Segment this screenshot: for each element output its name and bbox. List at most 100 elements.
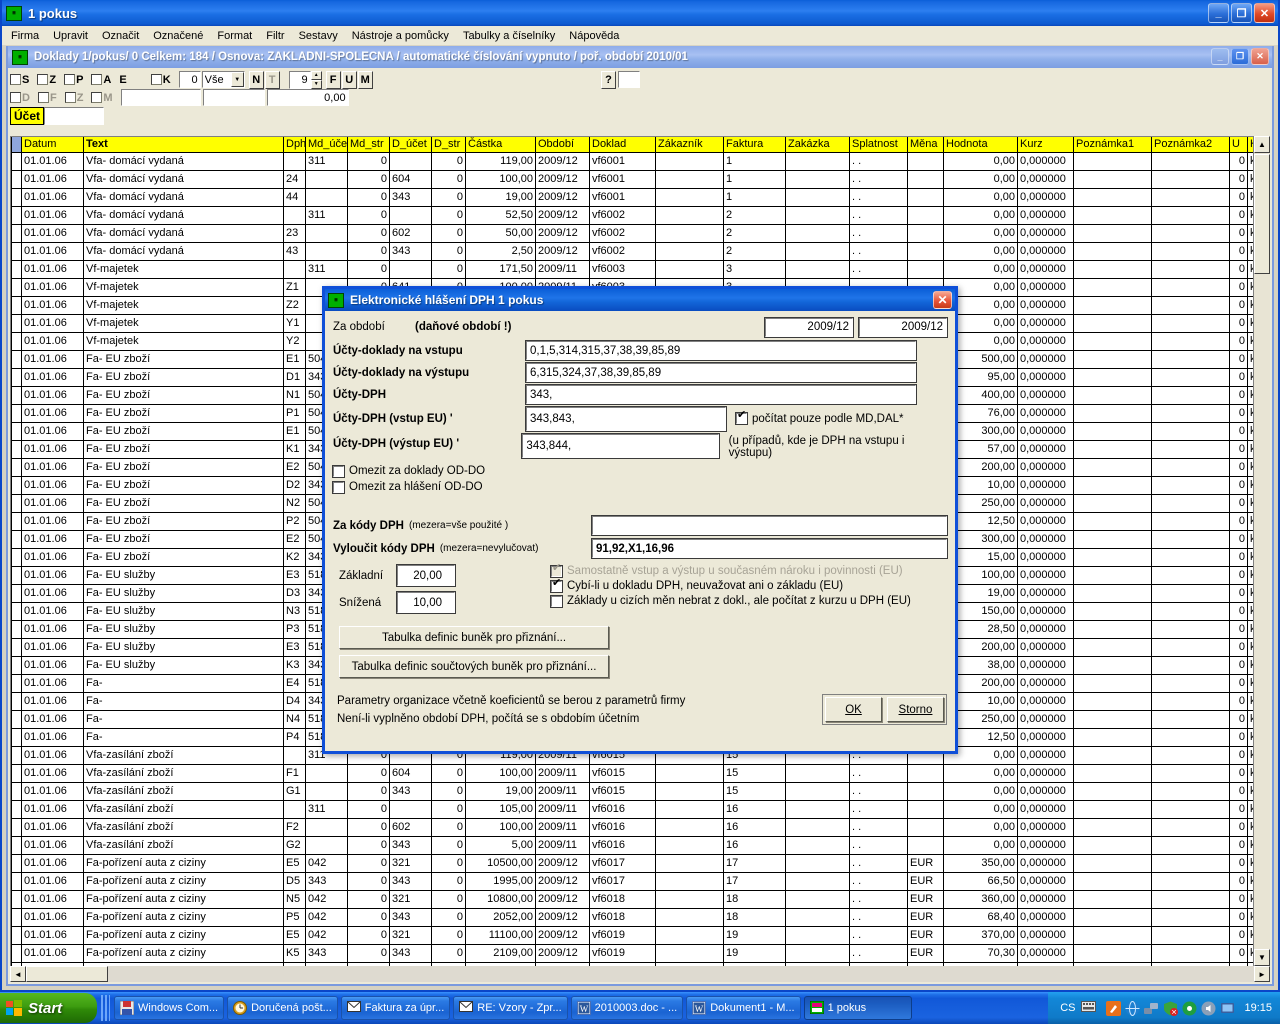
grid-cell[interactable] [655, 836, 724, 855]
grid-cell[interactable]: EUR [907, 926, 944, 945]
checkbox-f[interactable] [37, 92, 49, 103]
grid-cell[interactable]: Fa- EU zboží [83, 368, 284, 387]
grid-cell[interactable]: 100,00 [465, 764, 536, 783]
grid-cell[interactable]: 0,000000 [1017, 944, 1074, 963]
grid-cell[interactable]: Fa- EU zboží [83, 512, 284, 531]
grid-cell[interactable]: N3 [283, 602, 306, 621]
grid-cell[interactable]: 0 [347, 224, 390, 243]
grid-cell[interactable]: 01.01.06 [21, 296, 84, 315]
grid-cell[interactable]: EUR [907, 872, 944, 891]
grid-cell[interactable]: 2109,00 [465, 944, 536, 963]
grid-cell[interactable]: 2009/11 [535, 818, 590, 837]
grid-cell[interactable]: 2009/12 [535, 872, 590, 891]
grid-cell[interactable]: Vfa- domácí vydaná [83, 206, 284, 225]
grid-cell[interactable]: 11100,00 [465, 926, 536, 945]
grid-cell[interactable] [1151, 764, 1230, 783]
grid-cell[interactable] [1073, 548, 1152, 567]
grid-cell[interactable] [1073, 746, 1152, 765]
grid-cell[interactable]: 43 [283, 242, 306, 261]
grid-cell[interactable]: Fa- EU zboží [83, 440, 284, 459]
toolbar-button-m[interactable]: M [357, 70, 373, 89]
menu-item-napoveda[interactable]: Nápověda [562, 28, 626, 44]
grid-cell[interactable] [1073, 584, 1152, 603]
grid-cell[interactable] [1073, 512, 1152, 531]
grid-cell[interactable]: 0,000000 [1017, 242, 1074, 261]
help-button[interactable]: ? [601, 70, 616, 89]
grid-cell[interactable] [1151, 152, 1230, 171]
checkbox-a[interactable] [91, 74, 103, 85]
grid-cell[interactable]: 01.01.06 [21, 152, 84, 171]
grid-cell[interactable]: EUR [907, 908, 944, 927]
grid-cell[interactable]: 0 [1229, 386, 1248, 405]
grid-cell[interactable]: . . [849, 908, 908, 927]
grid-cell[interactable] [1151, 224, 1230, 243]
grid-cell[interactable]: K2 [283, 548, 306, 567]
grid-cell[interactable] [785, 152, 850, 171]
vertical-scroll-thumb[interactable] [1254, 154, 1270, 274]
grid-cell[interactable]: 0,000000 [1017, 170, 1074, 189]
grid-cell[interactable] [1151, 476, 1230, 495]
grid-cell[interactable]: 01.01.06 [21, 926, 84, 945]
grid-cell[interactable]: 0,000000 [1017, 836, 1074, 855]
grid-cell[interactable]: Fa-pořízení auta z ciziny [83, 854, 284, 873]
grid-cell[interactable]: vf6002 [589, 206, 656, 225]
grid-cell[interactable]: 171,50 [465, 260, 536, 279]
grid-cell[interactable]: 0,000000 [1017, 710, 1074, 729]
grid-cell[interactable]: 321 [389, 854, 432, 873]
grid-cell[interactable]: . . [849, 800, 908, 819]
grid-cell[interactable]: 0,00 [943, 800, 1018, 819]
grid-cell[interactable]: 0 [1229, 638, 1248, 657]
grid-cell[interactable]: 0,000000 [1017, 368, 1074, 387]
grid-cell[interactable]: 0 [1229, 422, 1248, 441]
grid-cell[interactable] [785, 872, 850, 891]
grid-cell[interactable]: 311 [305, 800, 348, 819]
grid-cell[interactable]: 1 [723, 188, 786, 207]
grid-cell[interactable]: Vfa- domácí vydaná [83, 188, 284, 207]
limit-report-checkbox[interactable] [332, 480, 345, 494]
grid-cell[interactable]: 0,000000 [1017, 332, 1074, 351]
grid-cell[interactable]: 0,000000 [1017, 620, 1074, 639]
scroll-right-icon[interactable]: ► [1254, 966, 1270, 982]
grid-cell[interactable]: 0 [347, 206, 390, 225]
grid-cell[interactable]: 2009/12 [535, 170, 590, 189]
grid-cell[interactable]: Fa- EU zboží [83, 476, 284, 495]
grid-cell[interactable]: 0,000000 [1017, 404, 1074, 423]
row-selector-cell[interactable] [11, 404, 22, 423]
grid-cell[interactable]: K3 [283, 656, 306, 675]
grid-cell[interactable] [305, 818, 348, 837]
grid-cell[interactable]: vf6001 [589, 170, 656, 189]
grid-cell[interactable]: 0 [1229, 764, 1248, 783]
grid-cell[interactable]: 0 [1229, 188, 1248, 207]
grid-column-header-3[interactable]: Md_účet [305, 137, 348, 153]
grid-cell[interactable] [389, 260, 432, 279]
grid-cell[interactable]: Fa- [83, 692, 284, 711]
grid-column-header-5[interactable]: D_účet [389, 137, 432, 153]
grid-cell[interactable]: 0,00 [943, 188, 1018, 207]
grid-cell[interactable]: 0 [1229, 800, 1248, 819]
grid-cell[interactable]: 311 [305, 260, 348, 279]
table-row[interactable]: 01.01.06 Vfa- domácí vydaná 311 0 0 52,50 2009… [11, 206, 1269, 225]
grid-cell[interactable] [907, 260, 944, 279]
spinner-up-icon[interactable]: ▲ [310, 70, 322, 80]
grid-cell[interactable]: 604 [389, 170, 432, 189]
grid-cell[interactable] [785, 188, 850, 207]
grid-cell[interactable] [1073, 566, 1152, 585]
grid-cell[interactable] [655, 206, 724, 225]
checkbox-k[interactable] [150, 74, 162, 85]
row-selector-cell[interactable] [11, 278, 22, 297]
grid-cell[interactable]: 0,000000 [1017, 656, 1074, 675]
grid-cell[interactable]: 23 [283, 224, 306, 243]
grid-cell[interactable]: 1 [723, 170, 786, 189]
menu-item-firma[interactable]: Firma [4, 28, 46, 44]
grid-cell[interactable]: D3 [283, 584, 306, 603]
grid-cell[interactable]: . . [849, 224, 908, 243]
grid-cell[interactable] [283, 260, 306, 279]
grid-cell[interactable]: 0 [347, 782, 390, 801]
grid-cell[interactable]: 0 [1229, 530, 1248, 549]
grid-cell[interactable]: 0,000000 [1017, 152, 1074, 171]
grid-cell[interactable] [1073, 908, 1152, 927]
grid-cell[interactable]: 0 [1229, 584, 1248, 603]
grid-cell[interactable]: 0,00 [943, 152, 1018, 171]
grid-cell[interactable]: vf6018 [589, 908, 656, 927]
grid-cell[interactable] [1073, 854, 1152, 873]
